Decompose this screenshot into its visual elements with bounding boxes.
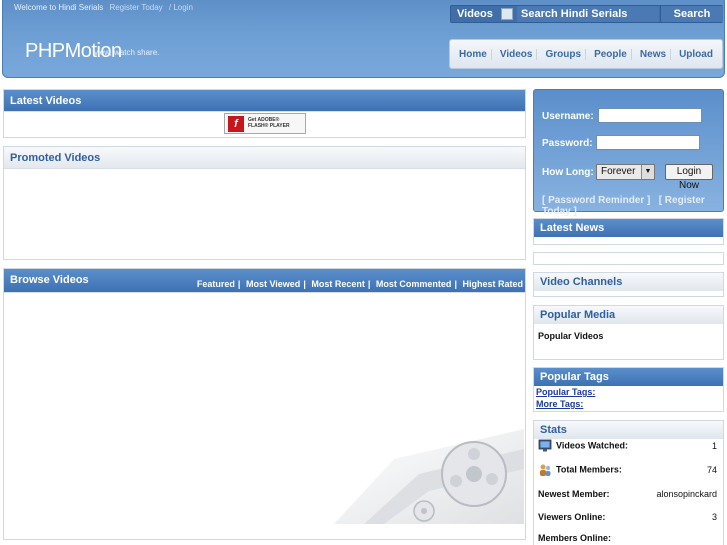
- browse-filter-links: Featured | Most Viewed | Most Recent | Most…: [196, 279, 523, 289]
- popular-tags-box: Popular Tags Popular Tags: More Tags:: [533, 367, 724, 412]
- login-links: [ Password Reminder ] [ Register Today ]: [542, 195, 723, 217]
- login-link[interactable]: / Login: [169, 3, 193, 12]
- popular-videos-label[interactable]: Popular Videos: [534, 324, 723, 344]
- stat-label: Members Online:: [538, 533, 612, 543]
- stats-box: Stats Videos Watched: 1 Total Members: 7…: [533, 420, 724, 545]
- password-reminder-link[interactable]: [ Password Reminder ]: [542, 195, 650, 206]
- news-spacer-box: [533, 252, 724, 265]
- how-long-label: How Long:: [542, 167, 594, 178]
- filter-most-recent[interactable]: Most Recent: [311, 279, 365, 289]
- password-label: Password:: [542, 138, 593, 149]
- filter-featured[interactable]: Featured: [197, 279, 235, 289]
- nav-groups[interactable]: Groups: [541, 48, 587, 60]
- filter-most-commented[interactable]: Most Commented: [376, 279, 452, 289]
- search-scope-dropdown[interactable]: [501, 8, 513, 20]
- popular-media-title: Popular Media: [534, 306, 723, 324]
- latest-videos-title: Latest Videos: [4, 90, 525, 112]
- username-label: Username:: [542, 111, 594, 122]
- stat-label: Viewers Online:: [538, 512, 606, 522]
- browse-videos-panel: Browse Videos Featured | Most Viewed | Mos…: [3, 268, 526, 540]
- promoted-videos-title: Promoted Videos: [4, 147, 525, 169]
- video-channels-box: Video Channels: [533, 272, 724, 297]
- stat-value: 3: [711, 512, 717, 522]
- flash-badge-text: Get ADOBE® FLASH® PLAYER: [248, 117, 290, 129]
- stat-label: Videos Watched:: [556, 440, 629, 451]
- popular-tags-title: Popular Tags: [534, 368, 723, 386]
- nav-videos[interactable]: Videos: [496, 48, 538, 60]
- nav-home[interactable]: Home: [455, 48, 492, 60]
- stat-label: Total Members:: [556, 464, 622, 475]
- chevron-down-icon: ▼: [641, 165, 654, 179]
- get-flash-player-badge[interactable]: f Get ADOBE® FLASH® PLAYER: [224, 113, 306, 134]
- latest-videos-panel: Latest Videos f Get ADOBE® FLASH® PLAYER: [3, 89, 526, 138]
- search-scope-label: Videos: [457, 8, 493, 20]
- search-input[interactable]: [517, 6, 659, 22]
- latest-news-title: Latest News: [534, 219, 723, 237]
- login-box: Username: Password: How Long: Forever ▼ …: [533, 89, 724, 217]
- register-link[interactable]: Register Today: [109, 3, 162, 12]
- stats-row-total-members: Total Members: 74: [538, 463, 717, 477]
- password-input[interactable]: [596, 135, 700, 150]
- video-channels-title: Video Channels: [534, 273, 723, 291]
- stats-row-videos-watched: Videos Watched: 1: [538, 439, 717, 453]
- flash-icon: f: [228, 116, 244, 132]
- nav-upload[interactable]: Upload: [675, 49, 717, 60]
- stat-label: Newest Member:: [538, 489, 610, 499]
- site-tagline: view, watch share.: [94, 48, 160, 57]
- promoted-videos-panel: Promoted Videos: [3, 146, 526, 260]
- popular-media-box: Popular Media Popular Videos: [533, 305, 724, 360]
- filter-highest-rated[interactable]: Highest Rated: [462, 279, 523, 289]
- popular-tags-link[interactable]: Popular Tags:: [536, 386, 721, 398]
- nav-people[interactable]: People: [590, 48, 632, 60]
- film-reel-watermark: [334, 429, 524, 524]
- search-button[interactable]: Search: [660, 6, 723, 22]
- stat-value: 1: [711, 441, 717, 451]
- stats-title: Stats: [534, 421, 723, 439]
- stats-row-members-online: Members Online:: [538, 533, 717, 543]
- username-input[interactable]: [598, 108, 702, 123]
- main-nav: Home Videos Groups People News Upload: [449, 39, 723, 69]
- browse-videos-title: Browse Videos: [10, 274, 89, 286]
- newest-member-link[interactable]: alonsopinckard: [656, 489, 717, 499]
- stats-row-viewers-online: Viewers Online: 3: [538, 512, 717, 522]
- search-bar: Videos Search: [450, 5, 723, 23]
- stat-value: 74: [706, 465, 717, 475]
- latest-news-box: Latest News: [533, 218, 724, 245]
- filter-most-viewed[interactable]: Most Viewed: [246, 279, 300, 289]
- how-long-select[interactable]: Forever ▼: [596, 164, 655, 180]
- welcome-bar: Welcome to Hindi Serials Register Today …: [14, 3, 193, 12]
- browse-videos-header: Browse Videos Featured | Most Viewed | Mos…: [4, 269, 525, 293]
- site-header: Welcome to Hindi Serials Register Today …: [2, 0, 725, 78]
- monitor-icon: [538, 439, 552, 452]
- more-tags-link[interactable]: More Tags:: [536, 398, 721, 410]
- login-button[interactable]: Login Now: [665, 164, 713, 191]
- how-long-value: Forever: [601, 166, 636, 177]
- welcome-text: Welcome to Hindi Serials: [14, 3, 104, 12]
- stats-row-newest-member: Newest Member: alonsopinckard: [538, 489, 717, 499]
- nav-news[interactable]: News: [636, 48, 672, 60]
- users-icon: [540, 464, 551, 476]
